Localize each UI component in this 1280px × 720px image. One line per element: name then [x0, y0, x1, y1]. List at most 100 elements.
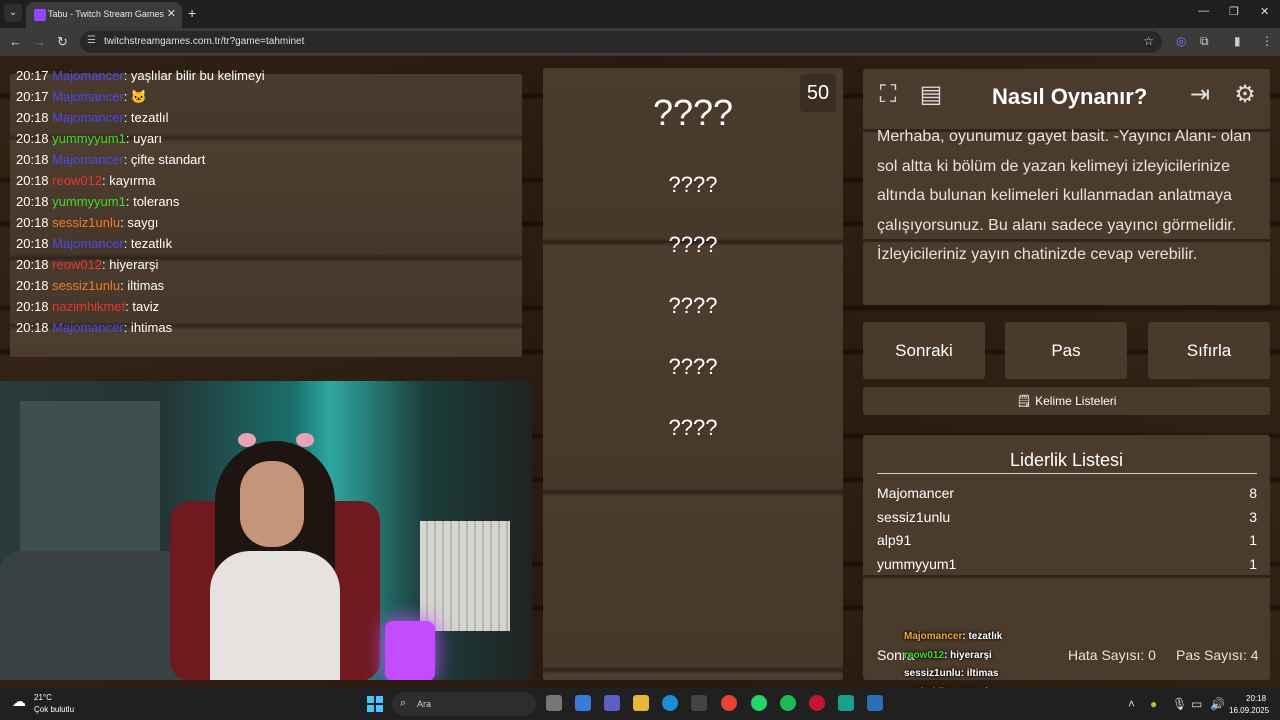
microphone-icon[interactable]: 🎙 — [1172, 697, 1187, 711]
webcam-video — [0, 381, 532, 680]
chat-username[interactable]: Majomancer — [52, 320, 124, 335]
browser-tab[interactable]: Tabu - Twitch Stream Games ✕ — [26, 2, 182, 28]
chat-username[interactable]: reow012 — [52, 257, 102, 272]
forbidden-word-2: ???? — [668, 232, 718, 257]
restore-icon[interactable]: ❐ — [1229, 5, 1239, 18]
chat-text: : kayırma — [102, 173, 156, 188]
chat-username[interactable]: Majomancer — [52, 236, 124, 251]
site-info-icon[interactable]: ☰ — [87, 35, 96, 46]
tab-title: Tabu - Twitch Stream Games — [48, 9, 164, 19]
chat-text: : yaşlılar bilir bu kelimeyi — [123, 68, 265, 83]
minimize-icon[interactable]: — — [1198, 5, 1209, 17]
more-menu-icon[interactable]: ⋮ — [1261, 34, 1273, 48]
notebook-icon: 🗒 — [1016, 394, 1036, 408]
chat-time: 20:18 — [16, 215, 49, 230]
chat-username[interactable]: reow012 — [52, 173, 102, 188]
webcam-door — [20, 401, 160, 561]
chat-text: : ihtimas — [123, 320, 173, 335]
pass-button[interactable]: Pas — [1005, 322, 1127, 379]
gear-icon[interactable]: ⚙ — [1227, 77, 1263, 113]
profile-avatar[interactable]: ▮ — [1234, 34, 1241, 48]
word-lists-label: Kelime Listeleri — [1035, 394, 1117, 408]
weather-desc[interactable]: Çok bulutlu — [34, 705, 74, 714]
back-icon[interactable]: ← — [9, 34, 22, 49]
tray-app-icon[interactable]: ● — [1150, 697, 1157, 711]
tab-search-button[interactable]: ⌄ — [4, 4, 22, 22]
display-icon[interactable]: ▭ — [1191, 697, 1202, 711]
window-close-icon[interactable]: ✕ — [1260, 5, 1269, 18]
chat-text: : hiyerarşi — [102, 257, 159, 272]
webcam-ear-right — [296, 433, 314, 447]
close-icon[interactable]: ✕ — [167, 7, 176, 20]
chat-username[interactable]: nazimhikmet — [52, 299, 125, 314]
game-icon[interactable] — [867, 695, 883, 711]
how-to-play-text: Merhaba, oyunumuz gayet basit. -Yayıncı … — [877, 128, 1252, 263]
extensions-puzzle-icon[interactable]: ⧉ — [1200, 34, 1209, 49]
chat-time: 20:18 — [16, 194, 49, 209]
volume-icon[interactable]: 🔊 — [1210, 697, 1225, 711]
leaderboard-score: 8 — [1249, 485, 1257, 501]
store-icon[interactable] — [691, 695, 707, 711]
start-logo-tile — [367, 696, 374, 703]
webcam-face — [240, 461, 304, 547]
weather-temp[interactable]: 21°C — [34, 693, 52, 702]
teams-icon[interactable] — [604, 695, 620, 711]
weather-icon[interactable]: ☁ — [12, 693, 26, 710]
reset-button[interactable]: Sıfırla — [1148, 322, 1270, 379]
chat-text: : tolerans — [125, 194, 180, 209]
chrome-icon[interactable] — [721, 695, 737, 711]
chat-username[interactable]: Majomancer — [52, 89, 124, 104]
overlay-chat-line: sessiz1unlu: iltimas — [904, 668, 999, 679]
chat-message: 20:18 yummyyum1: tolerans — [16, 194, 179, 209]
timer: 50 — [800, 74, 836, 112]
extension-icon[interactable]: ◎ — [1176, 34, 1186, 48]
chat-username[interactable]: sessiz1unlu — [52, 278, 120, 293]
copilot-icon[interactable] — [575, 695, 591, 711]
notes-icon[interactable]: ▤ — [913, 77, 949, 113]
opera-icon[interactable] — [809, 695, 825, 711]
address-bar[interactable]: ☰ twitchstreamgames.com.tr/tr?game=tahmi… — [80, 31, 1162, 53]
chat-time: 20:18 — [16, 110, 49, 125]
start-button[interactable] — [367, 696, 383, 712]
leaderboard-name: alp91 — [877, 532, 912, 549]
reload-icon[interactable]: ↻ — [57, 34, 68, 50]
chat-text: : tezatlık — [123, 236, 173, 251]
logout-icon[interactable]: ⇥ — [1182, 77, 1218, 113]
chat-username[interactable]: Majomancer — [52, 152, 124, 167]
chat-username[interactable]: Majomancer — [52, 68, 124, 83]
next-button[interactable]: Sonraki — [863, 322, 985, 379]
task-view-icon[interactable] — [546, 695, 562, 711]
chat-text: : 🐱 — [123, 89, 148, 104]
leaderboard-name: sessiz1unlu — [877, 508, 951, 525]
chat-time: 20:18 — [16, 236, 49, 251]
whatsapp-icon[interactable] — [751, 695, 767, 711]
chat-username[interactable]: yummyyum1 — [52, 131, 126, 146]
chat-time: 20:18 — [16, 131, 49, 146]
clock-date[interactable]: 16.09.2025 — [1229, 706, 1269, 715]
taskbar-search[interactable]: ⌕ Ara — [392, 692, 536, 716]
leaderboard-name: yummyyum1 — [877, 555, 957, 572]
start-logo-tile — [376, 705, 383, 712]
url-text[interactable]: twitchstreamgames.com.tr/tr?game=tahmine… — [104, 36, 304, 47]
fullscreen-icon[interactable]: ⛶ — [870, 77, 906, 113]
chat-text: : saygı — [120, 215, 159, 230]
file-explorer-icon[interactable] — [633, 695, 649, 711]
edge-icon[interactable] — [662, 695, 678, 711]
word-lists-button[interactable]: 🗒 Kelime Listeleri — [863, 387, 1270, 415]
chat-message: 20:18 yummyyum1: uyarı — [16, 131, 162, 146]
new-tab-button[interactable]: + — [188, 5, 196, 21]
spotify-icon[interactable] — [780, 695, 796, 711]
chat-username[interactable]: sessiz1unlu — [52, 215, 120, 230]
leaderboard-name: Majomancer — [877, 485, 955, 501]
bookmark-star-icon[interactable]: ☆ — [1143, 34, 1154, 48]
tray-chevron-icon[interactable]: ˄ — [1128, 697, 1135, 711]
chat-username[interactable]: Majomancer — [52, 110, 124, 125]
browser-toolbar: ← → ↻ ☰ twitchstreamgames.com.tr/tr?game… — [0, 28, 1280, 56]
app-icon[interactable] — [838, 695, 854, 711]
chat-message: 20:18 sessiz1unlu: iltimas — [16, 278, 164, 293]
clock-time[interactable]: 20:18 — [1246, 694, 1266, 703]
chat-username[interactable]: yummyyum1 — [52, 194, 126, 209]
forward-icon[interactable]: → — [33, 34, 46, 49]
search-placeholder: Ara — [417, 699, 432, 709]
leaderboard-score: 1 — [1249, 532, 1257, 549]
